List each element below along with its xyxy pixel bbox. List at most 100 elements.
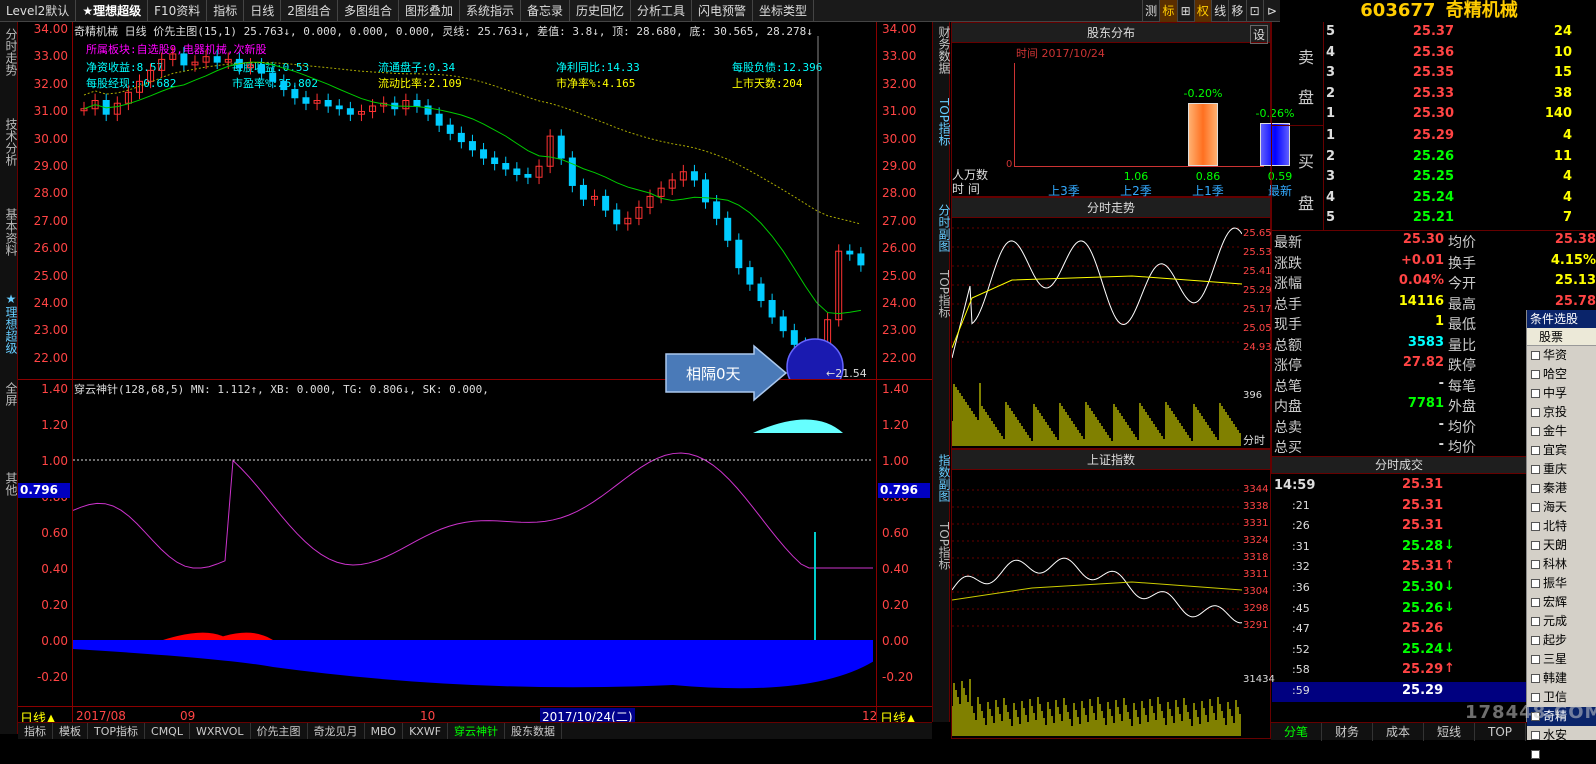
tick-row[interactable]: :26 25.31 [1272, 517, 1526, 537]
measure-button[interactable]: 测 [1142, 0, 1159, 22]
tab-finance[interactable]: 财务数据 [934, 26, 951, 74]
checkbox-icon[interactable] [1531, 484, 1540, 493]
shareholder-settings-button[interactable]: 设 [1249, 25, 1268, 44]
checkbox-icon[interactable] [1531, 541, 1540, 550]
condition-item[interactable]: 宜宾 [1527, 441, 1596, 460]
window-icon[interactable]: ⊡ [1245, 0, 1263, 22]
toolbar-item-overlay[interactable]: 图形叠加 [399, 0, 460, 22]
checkbox-icon[interactable] [1531, 370, 1540, 379]
bottom-right-tab[interactable]: 分笔 [1271, 723, 1322, 741]
condition-item[interactable]: 秦港 [1527, 479, 1596, 498]
toolbar-item-sysind[interactable]: 系统指示 [460, 0, 521, 22]
tab-intraday[interactable]: 分时走势 [1, 28, 18, 76]
tab-technical[interactable]: 技术分析 [1, 118, 18, 166]
checkbox-icon[interactable] [1531, 731, 1540, 740]
checkbox-icon[interactable] [1531, 750, 1540, 759]
tick-row[interactable]: 14:59 25.31 [1272, 476, 1526, 496]
tab-fullscreen[interactable]: 全屏 [1, 382, 18, 406]
play-icon[interactable]: ⊳ [1262, 0, 1280, 22]
tab-top-1[interactable]: TOP指标 [934, 98, 951, 146]
condition-item[interactable]: 元成 [1527, 612, 1596, 631]
tick-row[interactable]: :31 25.28 ↓ [1272, 538, 1526, 558]
condition-item[interactable]: 振华 [1527, 574, 1596, 593]
condition-item[interactable]: 起步 [1527, 631, 1596, 650]
indicator-tab[interactable]: 奇龙见月 [308, 723, 365, 739]
condition-item[interactable]: 金牛 [1527, 422, 1596, 441]
toolbar-item-indicator[interactable]: 指标 [207, 0, 245, 22]
condition-item[interactable]: 北特 [1527, 517, 1596, 536]
condition-item[interactable]: 中孚 [1527, 384, 1596, 403]
toolbar-item-ideal[interactable]: ★理想超级 [76, 0, 149, 22]
rights-button[interactable]: 权 [1193, 0, 1211, 22]
checkbox-icon[interactable] [1531, 389, 1540, 398]
condition-item[interactable]: 华资 [1527, 346, 1596, 365]
toolbar-item-history[interactable]: 历史回忆 [570, 0, 632, 22]
grid-icon[interactable]: ⊞ [1176, 0, 1194, 22]
tab-top-3[interactable]: TOP指标 [934, 522, 951, 570]
tick-row[interactable]: :45 25.26 ↓ [1272, 600, 1526, 620]
tick-row[interactable]: :58 25.29 ↑ [1272, 661, 1526, 681]
bottom-right-tab[interactable]: 成本 [1373, 723, 1424, 741]
tab-index-sub[interactable]: 指数副图 [934, 454, 951, 502]
condition-item[interactable]: 京投 [1527, 403, 1596, 422]
indicator-tab[interactable]: TOP指标 [88, 723, 146, 739]
condition-item[interactable]: 康普 [1527, 745, 1596, 764]
tab-basic[interactable]: 基本资料 [1, 208, 18, 256]
indicator-tab[interactable]: 价先主图 [251, 723, 308, 739]
checkbox-icon[interactable] [1531, 408, 1540, 417]
checkbox-icon[interactable] [1531, 693, 1540, 702]
indicator-tab[interactable]: KXWF [403, 723, 449, 739]
indicator-tab[interactable]: 穿云神针 [448, 723, 506, 739]
condition-item[interactable]: 水安 [1527, 726, 1596, 745]
checkbox-icon[interactable] [1531, 617, 1540, 626]
checkbox-icon[interactable] [1531, 465, 1540, 474]
indicator-tab[interactable]: 股东数据 [505, 723, 563, 739]
checkbox-icon[interactable] [1531, 503, 1540, 512]
tick-row[interactable]: :32 25.31 ↑ [1272, 558, 1526, 578]
checkbox-icon[interactable] [1531, 560, 1540, 569]
tab-other[interactable]: 其他 [1, 472, 18, 496]
checkbox-icon[interactable] [1531, 446, 1540, 455]
candlestick-chart[interactable] [73, 22, 876, 379]
condition-item[interactable]: 韩建 [1527, 669, 1596, 688]
condition-item[interactable]: 宏辉 [1527, 593, 1596, 612]
condition-item[interactable]: 科林 [1527, 555, 1596, 574]
checkbox-icon[interactable] [1531, 636, 1540, 645]
indicator-tab[interactable]: WXRVOL [190, 723, 251, 739]
toolbar-item-2chart[interactable]: 2图组合 [281, 0, 338, 22]
condition-item[interactable]: 天朗 [1527, 536, 1596, 555]
indicator-tab[interactable]: MBO [365, 723, 404, 739]
condition-item[interactable]: 海天 [1527, 498, 1596, 517]
condition-item[interactable]: 哈空 [1527, 365, 1596, 384]
toolbar-item-level2[interactable]: Level2默认 [0, 0, 77, 22]
condition-item[interactable]: 重庆 [1527, 460, 1596, 479]
tick-row[interactable]: :21 25.31 [1272, 497, 1526, 517]
intraday-chart[interactable] [952, 218, 1242, 448]
checkbox-icon[interactable] [1531, 579, 1540, 588]
bottom-right-tab[interactable]: TOP [1475, 723, 1526, 741]
tick-row[interactable]: :47 25.26 [1272, 620, 1526, 640]
checkbox-icon[interactable] [1531, 522, 1540, 531]
indicator-tab[interactable]: CMQL [145, 723, 190, 739]
toolbar-item-f10[interactable]: F10资料 [148, 0, 208, 22]
toolbar-item-daily[interactable]: 日线 [244, 0, 282, 22]
index-chart[interactable] [952, 470, 1242, 738]
move-button[interactable]: 移 [1228, 0, 1245, 22]
toolbar-item-tools[interactable]: 分析工具 [631, 0, 693, 22]
indicator-tab[interactable]: 指标 [18, 723, 53, 739]
toolbar-item-memo[interactable]: 备忘录 [521, 0, 570, 22]
tab-intraday-sub[interactable]: 分时副图 [934, 204, 951, 252]
checkbox-icon[interactable] [1531, 674, 1540, 683]
tab-ideal[interactable]: ★理想超级 [1, 292, 18, 354]
toolbar-item-multichart[interactable]: 多图组合 [338, 0, 399, 22]
bottom-right-tab[interactable]: 短线 [1424, 723, 1475, 741]
indicator-tab[interactable]: 模板 [53, 723, 88, 739]
tab-top-2[interactable]: TOP指标 [934, 270, 951, 318]
indicator-chart[interactable] [73, 380, 876, 706]
checkbox-icon[interactable] [1531, 598, 1540, 607]
checkbox-icon[interactable] [1531, 427, 1540, 436]
tick-row[interactable]: :36 25.30 ↓ [1272, 579, 1526, 599]
checkbox-icon[interactable] [1531, 655, 1540, 664]
line-button[interactable]: 线 [1211, 0, 1228, 22]
bottom-right-tab[interactable]: 财务 [1322, 723, 1373, 741]
